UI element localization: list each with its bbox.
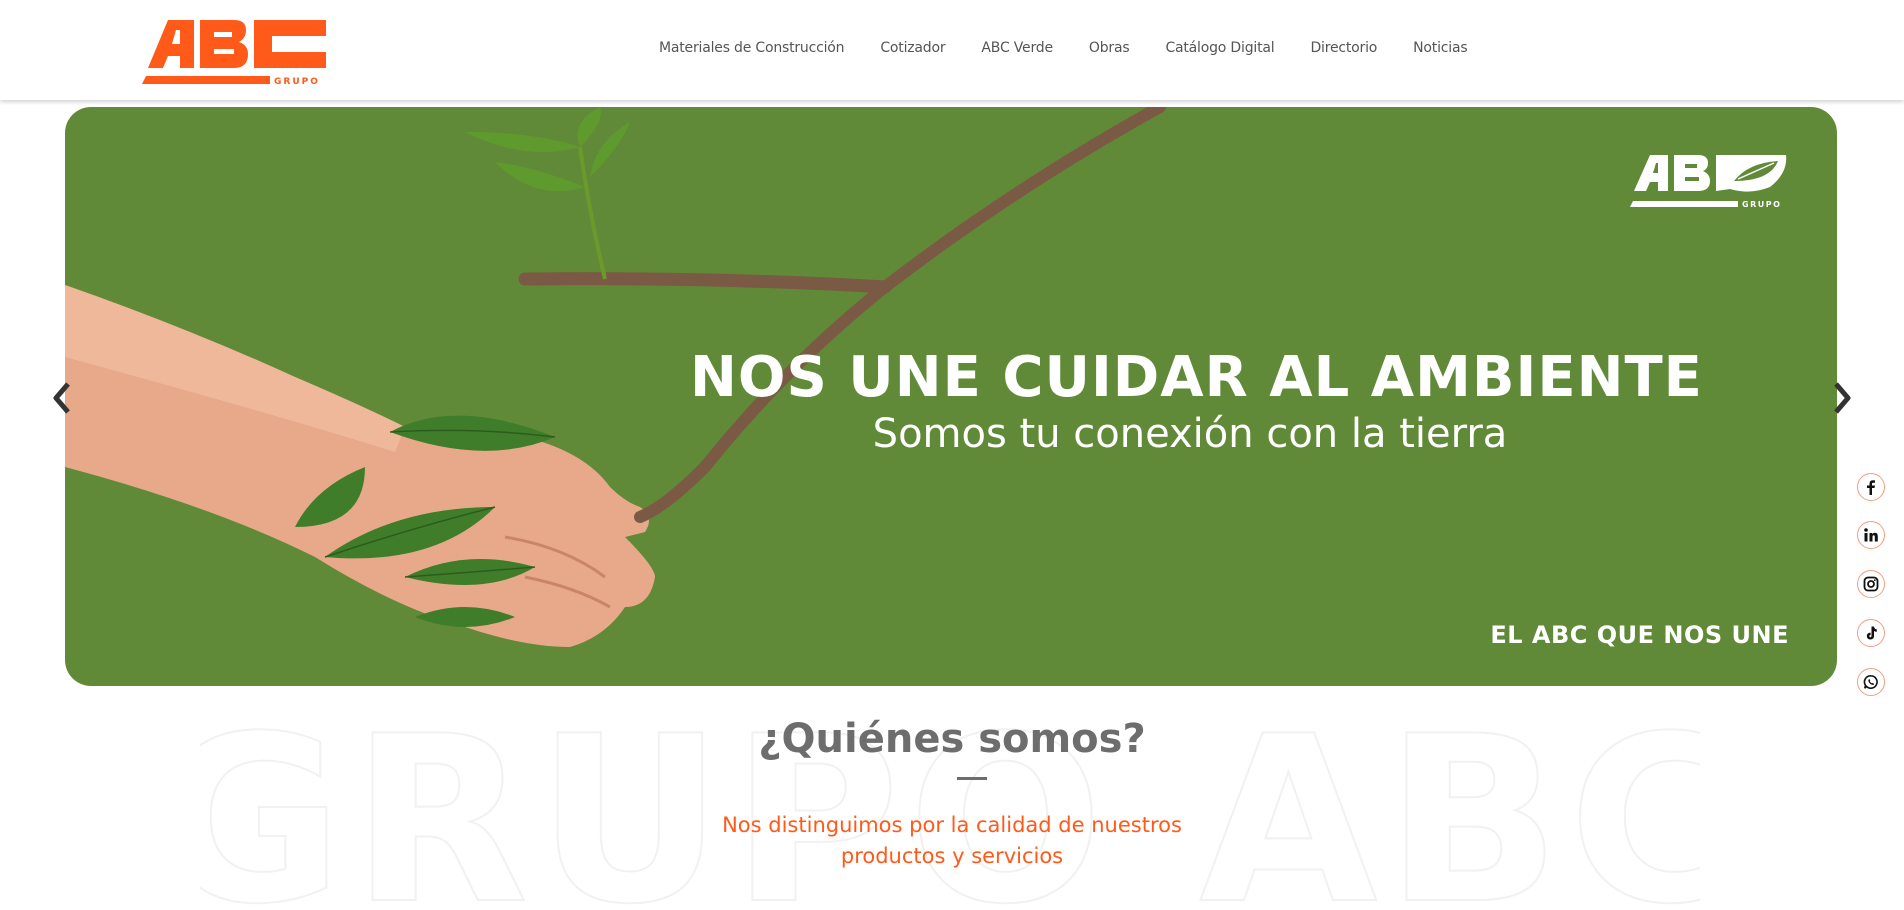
about-text: Nos distinguimos por la calidad de nuest… xyxy=(722,813,1182,868)
logo-subtext: GRUPO xyxy=(274,77,320,86)
slider-next-arrow-icon[interactable] xyxy=(1826,380,1856,416)
site-header: GRUPO Materiales de Construcción Cotizad… xyxy=(0,0,1904,100)
nav-item-obras[interactable]: Obras xyxy=(1071,40,1148,56)
about-divider xyxy=(957,777,987,780)
whatsapp-icon[interactable] xyxy=(1857,668,1885,696)
instagram-icon[interactable] xyxy=(1857,570,1885,598)
hero-logo-subtext: GRUPO xyxy=(1742,200,1781,209)
nav-item-cotizador[interactable]: Cotizador xyxy=(862,40,963,56)
slider-prev-arrow-icon[interactable] xyxy=(48,380,78,416)
hero-title: NOS UNE CUIDAR AL AMBIENTE xyxy=(690,345,1703,410)
nav-item-directorio[interactable]: Directorio xyxy=(1292,40,1395,56)
main-nav: Materiales de Construcción Cotizador ABC… xyxy=(640,40,1485,56)
abc-grupo-leaf-logo: GRUPO xyxy=(1630,155,1787,209)
abc-grupo-logo[interactable]: GRUPO xyxy=(142,16,328,86)
facebook-icon[interactable] xyxy=(1857,473,1885,501)
nav-item-noticias[interactable]: Noticias xyxy=(1395,40,1485,56)
linkedin-icon[interactable] xyxy=(1857,521,1885,549)
nav-item-catalogo-digital[interactable]: Catálogo Digital xyxy=(1147,40,1292,56)
nav-item-materiales[interactable]: Materiales de Construcción xyxy=(640,40,862,56)
hero-tagline: EL ABC QUE NOS UNE xyxy=(1490,621,1789,649)
hero-slide: GRUPO NOS UNE CUIDAR AL AMBIENTE Somos t… xyxy=(65,107,1837,686)
tiktok-icon[interactable] xyxy=(1857,619,1885,647)
nav-item-abc-verde[interactable]: ABC Verde xyxy=(963,40,1070,56)
hero-subtitle: Somos tu conexión con la tierra xyxy=(872,411,1508,457)
about-title: ¿Quiénes somos? xyxy=(758,716,1146,762)
